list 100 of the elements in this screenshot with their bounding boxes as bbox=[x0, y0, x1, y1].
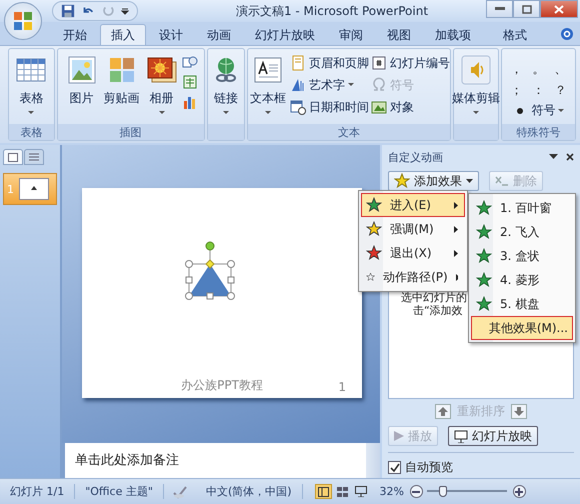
customize-caret-icon[interactable] bbox=[121, 7, 129, 15]
menu-item[interactable]: 3. 盒状 bbox=[471, 244, 573, 268]
scrollbar[interactable] bbox=[366, 443, 380, 478]
group-label: 特殊符号 bbox=[516, 124, 560, 140]
zoom-in-button[interactable] bbox=[512, 485, 526, 498]
caret-icon bbox=[222, 111, 229, 115]
add-effect-button[interactable]: 添加效果 bbox=[388, 171, 479, 191]
sheet-chart-icon bbox=[182, 74, 198, 90]
checkbox[interactable] bbox=[388, 461, 401, 474]
picture-icon bbox=[66, 54, 98, 86]
menu-item[interactable]: 5. 棋盘 bbox=[471, 292, 573, 316]
down-arrow-icon bbox=[514, 406, 524, 416]
slide-number-icon bbox=[370, 55, 387, 71]
ribbon-button[interactable]: 日期和时间 bbox=[290, 98, 369, 116]
pane-menu-caret-icon[interactable] bbox=[549, 154, 558, 160]
ribbon-button[interactable]: 图片 bbox=[64, 52, 100, 109]
ribbon-button[interactable]: 表格 bbox=[13, 52, 50, 117]
ribbon-tab[interactable]: 格式 bbox=[492, 24, 538, 45]
ribbon-tab[interactable]: 审阅 bbox=[328, 24, 374, 45]
ribbon-button[interactable]: 文本框 bbox=[248, 52, 288, 117]
symbol-button[interactable]: 。 bbox=[528, 60, 548, 78]
autopreview-checkbox[interactable]: 自动预览 bbox=[388, 459, 574, 476]
minimize-button[interactable] bbox=[486, 0, 513, 18]
ribbon-button[interactable]: 剪贴画 bbox=[102, 52, 142, 109]
normal-view-button[interactable] bbox=[314, 484, 332, 499]
ribbon-tab[interactable]: 设计 bbox=[148, 24, 194, 45]
office-logo-icon bbox=[13, 11, 33, 31]
entrance-star-icon bbox=[476, 296, 492, 312]
entrance-star-icon bbox=[476, 272, 492, 288]
slides-tab[interactable] bbox=[3, 149, 23, 165]
normal-view-icon bbox=[318, 486, 329, 496]
window-title: 演示文稿1 - Microsoft PowerPoint bbox=[234, 2, 430, 20]
ribbon-tab[interactable]: 动画 bbox=[196, 24, 242, 45]
theme-name: "Office 主题" bbox=[75, 484, 164, 499]
help-icon[interactable] bbox=[560, 26, 574, 40]
ribbon-button[interactable]: 链接 bbox=[208, 52, 244, 117]
group-caption-bar bbox=[454, 124, 498, 140]
close-icon[interactable] bbox=[566, 153, 574, 161]
ribbon-button[interactable]: 艺术字 bbox=[290, 76, 369, 94]
symbol-button[interactable]: ？ bbox=[550, 82, 570, 100]
entrance-star-icon bbox=[476, 200, 492, 216]
menu-item[interactable]: 进入(E) bbox=[361, 193, 465, 217]
ribbon-tab[interactable]: 开始 bbox=[52, 24, 98, 45]
outline-tab[interactable] bbox=[24, 149, 44, 165]
language: 中文(简体，中国) bbox=[196, 484, 303, 499]
menu-item[interactable]: 退出(X) bbox=[361, 241, 465, 265]
slideshow-button[interactable]: 幻灯片放映 bbox=[448, 426, 538, 446]
group-label: 插图 bbox=[120, 124, 142, 140]
bar-chart-icon bbox=[182, 94, 198, 110]
ribbon-button[interactable]: 幻灯片编号 bbox=[370, 54, 450, 72]
menu-item[interactable]: 4. 菱形 bbox=[471, 268, 573, 292]
menu-item[interactable]: 动作路径(P) bbox=[361, 265, 465, 289]
minus-icon bbox=[412, 490, 420, 492]
diagram-icon bbox=[182, 54, 198, 70]
zoom-out-button[interactable] bbox=[410, 485, 423, 498]
hint-text: 选中幻灯片的 bbox=[401, 290, 467, 305]
notes-field[interactable]: 单击此处添加备注 bbox=[65, 443, 366, 478]
play-icon bbox=[394, 431, 404, 441]
menu-item[interactable]: 1. 百叶窗 bbox=[471, 196, 573, 220]
ribbon-button[interactable]: 对象 bbox=[370, 98, 450, 116]
ribbon-button[interactable]: 符号 bbox=[512, 102, 564, 120]
projector-screen-icon bbox=[355, 486, 368, 497]
group-label: 表格 bbox=[20, 124, 42, 140]
symbol-button[interactable]: ； bbox=[506, 82, 526, 100]
slide-preview-icon bbox=[19, 178, 49, 200]
maximize-button[interactable] bbox=[513, 0, 540, 18]
plus-icon bbox=[515, 488, 524, 496]
ribbon-tab[interactable]: 插入 bbox=[100, 24, 146, 45]
ribbon-button[interactable]: 媒体剪辑 bbox=[450, 52, 502, 117]
caret-icon bbox=[466, 179, 473, 183]
slide-icon bbox=[8, 152, 18, 162]
symbol-button[interactable]: ， bbox=[506, 60, 526, 78]
ribbon-button[interactable]: 相册 bbox=[144, 52, 180, 117]
slideshow-view-button[interactable] bbox=[352, 484, 370, 499]
menu-item[interactable]: 2. 飞入 bbox=[471, 220, 573, 244]
insert-button[interactable] bbox=[182, 54, 198, 70]
submenu-arrow-icon bbox=[454, 226, 458, 232]
move-up-button[interactable] bbox=[435, 404, 451, 418]
caret-icon bbox=[158, 111, 165, 115]
ribbon-tab[interactable]: 加载项 bbox=[424, 24, 482, 45]
ribbon-button[interactable]: 页眉和页脚 bbox=[290, 54, 369, 72]
insert-button[interactable] bbox=[182, 94, 198, 110]
caret-icon bbox=[28, 111, 34, 115]
symbol-button[interactable]: 、 bbox=[550, 60, 570, 78]
star-icon bbox=[394, 173, 410, 189]
spell-check-icon[interactable] bbox=[172, 484, 188, 498]
up-arrow-icon bbox=[438, 406, 448, 416]
caret-icon bbox=[264, 111, 271, 115]
ribbon-tab[interactable]: 视图 bbox=[376, 24, 422, 45]
close-button[interactable] bbox=[540, 0, 578, 18]
menu-item[interactable]: 其他效果(M)... bbox=[471, 316, 573, 340]
insert-button[interactable] bbox=[182, 74, 198, 90]
menu-item[interactable]: 强调(M) bbox=[361, 217, 465, 241]
submenu-arrow-icon bbox=[454, 202, 458, 208]
ribbon-tab[interactable]: 幻灯片放映 bbox=[244, 24, 326, 45]
slider-thumb[interactable] bbox=[438, 486, 447, 497]
symbol-button[interactable]: ： bbox=[528, 82, 548, 100]
move-down-button[interactable] bbox=[511, 404, 527, 418]
save-icon[interactable] bbox=[61, 4, 75, 18]
caret-icon bbox=[472, 111, 479, 115]
